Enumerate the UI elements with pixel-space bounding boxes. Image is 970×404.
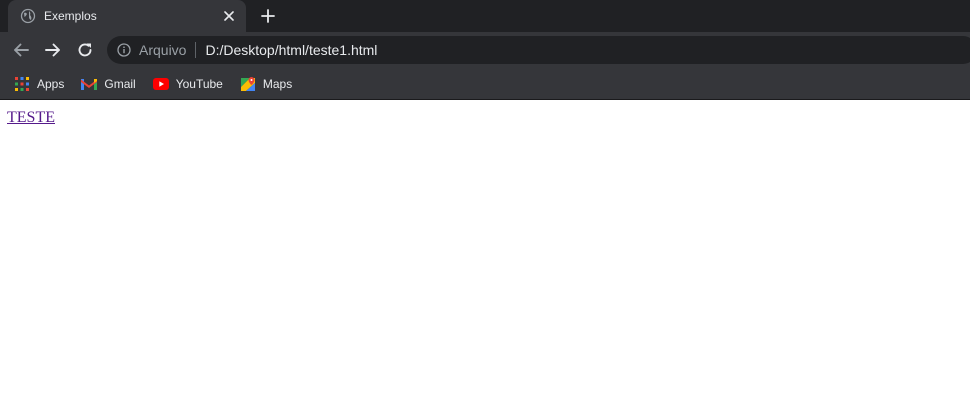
browser-toolbar: Arquivo D:/Desktop/html/teste1.html [0, 32, 970, 68]
close-icon [224, 11, 234, 21]
apps-grid-icon [14, 76, 30, 92]
maps-icon [240, 76, 256, 92]
page-content: TESTE [0, 101, 970, 404]
bookmark-youtube[interactable]: YouTube [147, 71, 229, 97]
new-tab-button[interactable] [256, 4, 280, 28]
arrow-left-icon [14, 43, 29, 57]
site-label: Arquivo [139, 42, 187, 58]
bookmarks-bar: Apps Gmail YouTube Maps [0, 68, 970, 100]
arrow-right-icon [45, 43, 60, 57]
plus-icon [261, 9, 275, 23]
active-tab[interactable]: Exemplos [8, 0, 246, 32]
site-info-button[interactable]: Arquivo [117, 36, 186, 64]
omnibox-divider [195, 42, 197, 58]
address-bar[interactable]: Arquivo D:/Desktop/html/teste1.html [107, 36, 970, 64]
globe-icon [20, 8, 36, 24]
tab-title: Exemplos [44, 9, 97, 23]
bookmark-label: YouTube [175, 76, 223, 91]
bookmark-label: Gmail [104, 76, 136, 91]
reload-icon [78, 43, 92, 57]
youtube-icon [152, 76, 169, 92]
bookmark-label: Apps [37, 76, 65, 91]
info-icon [117, 43, 131, 57]
back-button[interactable] [5, 34, 37, 66]
close-tab-button[interactable] [218, 5, 240, 27]
bookmark-apps[interactable]: Apps [8, 71, 70, 97]
url-text[interactable]: D:/Desktop/html/teste1.html [205, 42, 377, 58]
teste-link[interactable]: TESTE [7, 109, 55, 127]
bookmark-label: Maps [262, 76, 293, 91]
bookmark-maps[interactable]: Maps [234, 71, 298, 97]
reload-button[interactable] [69, 34, 101, 66]
tab-strip: Exemplos [0, 0, 970, 32]
gmail-icon [81, 76, 98, 92]
forward-button[interactable] [37, 34, 69, 66]
bookmark-gmail[interactable]: Gmail [75, 71, 141, 97]
